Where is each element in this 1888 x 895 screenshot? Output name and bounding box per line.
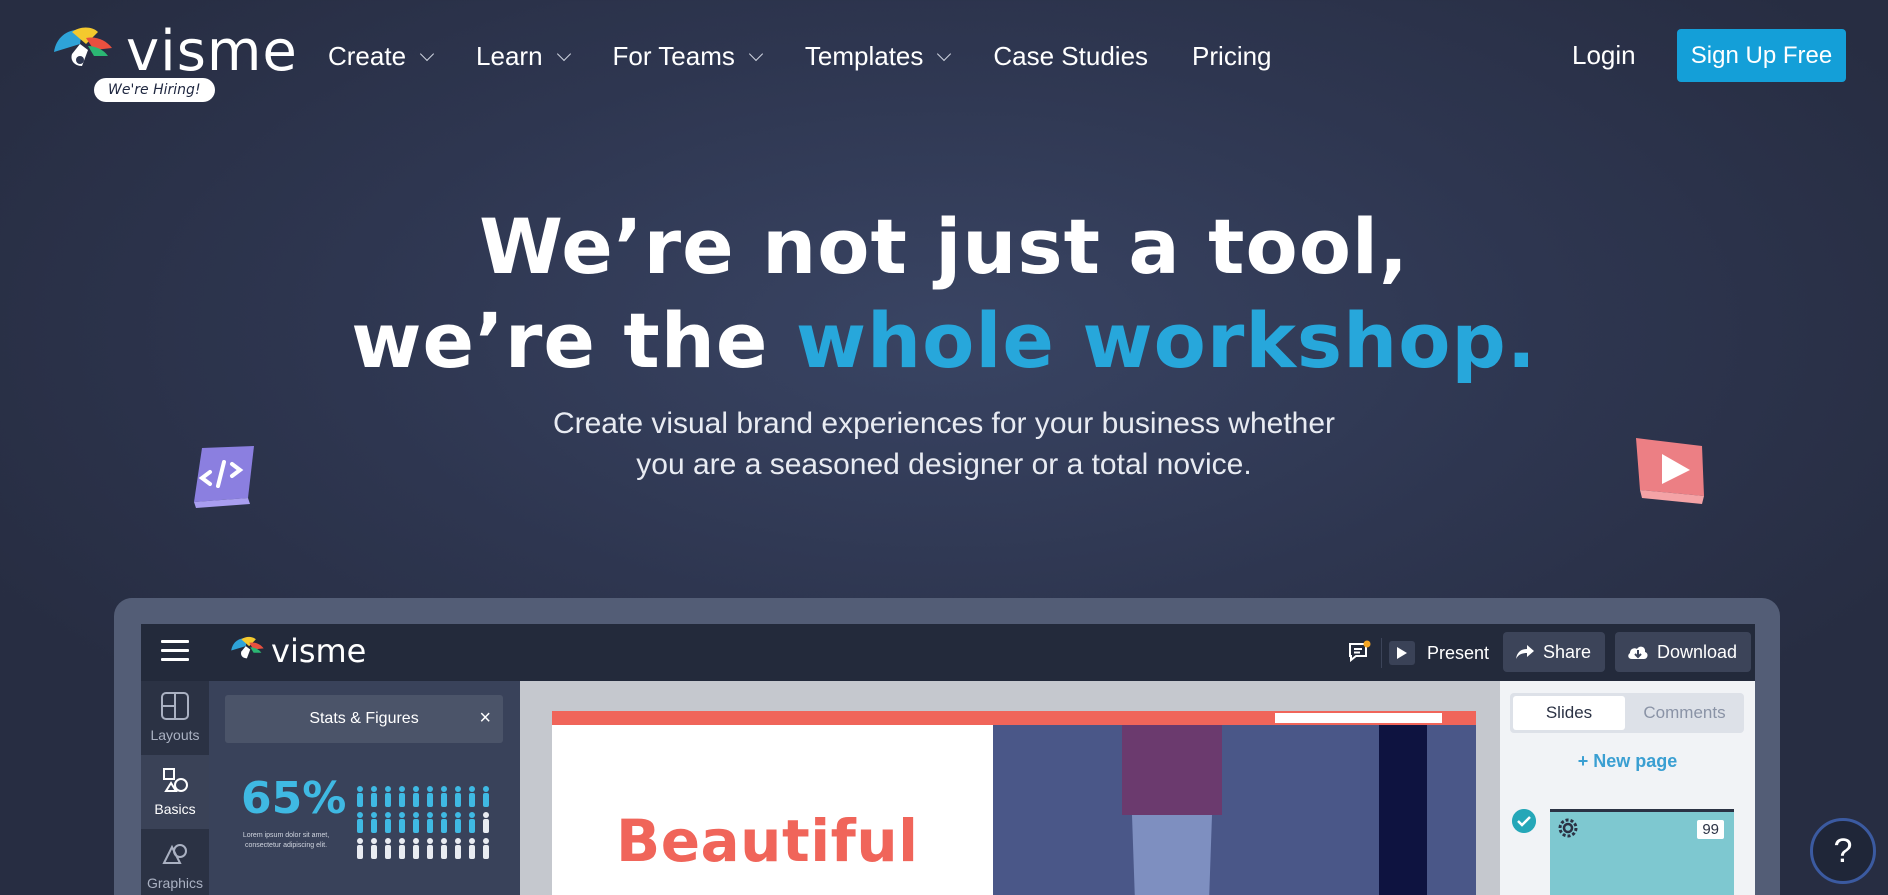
layouts-icon — [161, 692, 189, 720]
signup-button[interactable]: Sign Up Free — [1677, 29, 1846, 82]
slide-heading[interactable]: Beautiful — [616, 807, 919, 875]
visme-logo-mark-icon — [231, 636, 264, 659]
hero-title-line-1: We’re not just a tool, — [479, 202, 1409, 291]
sidebar-item-layouts[interactable]: Layouts — [141, 681, 209, 755]
code-block-icon — [194, 446, 254, 508]
editor-topbar: visme Present Share Download — [141, 624, 1755, 681]
nav-for-teams[interactable]: For Teams — [612, 40, 763, 72]
nav-case-studies-label: Case Studies — [993, 40, 1149, 71]
slides-panel-tabs: Slides Comments — [1510, 693, 1744, 733]
editor-canvas[interactable]: Beautiful — [520, 681, 1500, 895]
slide-thumbnail[interactable]: 99 — [1550, 809, 1734, 895]
share-button[interactable]: Share — [1503, 632, 1605, 672]
nav-for-teams-label: For Teams — [612, 40, 735, 71]
share-icon — [1516, 645, 1534, 659]
nav-templates-label: Templates — [804, 40, 924, 71]
editor-logo: visme — [229, 632, 369, 670]
menu-icon[interactable] — [161, 640, 189, 662]
hero-title-accent: whole workshop. — [795, 296, 1537, 385]
slide[interactable]: Beautiful — [552, 711, 1476, 895]
stats-figures-panel: Stats & Figures × 65% Lorem ipsum dolor … — [209, 681, 520, 895]
nav-templates[interactable]: Templates — [804, 40, 952, 72]
play-block-icon — [1636, 438, 1704, 504]
photo-person-image — [1122, 725, 1222, 895]
tab-comments[interactable]: Comments — [1628, 696, 1741, 730]
play-icon — [1389, 641, 1415, 665]
editor-preview: visme Present Share Download Layouts Bas… — [141, 624, 1755, 895]
sidebar-item-label: Basics — [154, 801, 196, 817]
sidebar-item-label: Layouts — [150, 727, 200, 743]
topbar-divider — [1381, 638, 1382, 668]
nav-create[interactable]: Create — [328, 40, 435, 72]
comments-icon[interactable] — [1347, 640, 1371, 664]
download-button[interactable]: Download — [1615, 632, 1751, 672]
basics-icon — [163, 768, 188, 792]
photo-dark-strip — [1379, 725, 1427, 895]
hiring-badge[interactable]: We're Hiring! — [94, 78, 215, 102]
nav-case-studies[interactable]: Case Studies — [993, 41, 1148, 72]
share-label: Share — [1543, 641, 1592, 662]
nav-pricing-label: Pricing — [1192, 40, 1272, 71]
cloud-download-icon — [1628, 646, 1648, 659]
nav-pricing[interactable]: Pricing — [1192, 41, 1271, 72]
sidebar-item-label: Graphics — [146, 875, 204, 891]
new-page-button[interactable]: + New page — [1500, 751, 1755, 772]
hero-title-prefix: we’re the — [351, 296, 796, 385]
editor-left-sidebar: Layouts Basics Graphics — [141, 681, 209, 895]
chevron-down-icon — [419, 46, 435, 62]
visme-logo-mark-icon — [54, 27, 112, 66]
nav-learn-label: Learn — [476, 40, 543, 71]
check-icon[interactable] — [1512, 809, 1536, 833]
panel-title: Stats & Figures — [309, 710, 419, 727]
hero-subtitle-line-2: you are a seasoned designer or a total n… — [636, 448, 1252, 481]
main-nav: Create Learn For Teams Templates Case St… — [328, 36, 1316, 76]
hero-title-line-2: we’re the whole workshop. — [0, 296, 1888, 386]
stat-caption: Lorem ipsum dolor sit amet, consectetur … — [242, 832, 330, 849]
close-icon[interactable]: × — [479, 707, 491, 730]
chevron-down-icon — [556, 46, 571, 62]
stat-percentage[interactable]: 65% — [241, 773, 346, 824]
chevron-down-icon — [748, 46, 763, 62]
present-label: Present — [1427, 642, 1490, 663]
download-label: Download — [1657, 641, 1738, 662]
gear-icon[interactable] — [1556, 816, 1580, 840]
hero-subtitle-line-1: Create visual brand experiences for your… — [552, 407, 1336, 440]
nav-create-label: Create — [328, 40, 407, 71]
logo-wordmark: visme — [126, 19, 298, 84]
tab-slides[interactable]: Slides — [1513, 696, 1625, 730]
sidebar-item-basics[interactable]: Basics — [141, 755, 209, 829]
present-button[interactable]: Present — [1389, 636, 1489, 670]
login-link[interactable]: Login — [1572, 40, 1636, 71]
editor-logo-wordmark: visme — [271, 632, 367, 670]
sidebar-item-graphics[interactable]: Graphics — [141, 829, 209, 895]
site-header: visme We're Hiring! Create Learn For Tea… — [0, 0, 1888, 112]
slides-panel: Slides Comments + New page 99 — [1500, 681, 1755, 895]
graphics-icon — [162, 844, 187, 864]
slide-accent-bar-gap — [1275, 713, 1442, 723]
chevron-down-icon — [937, 46, 952, 62]
nav-learn[interactable]: Learn — [476, 40, 571, 72]
people-pictogram-icon[interactable] — [353, 785, 493, 865]
slide-number-badge: 99 — [1697, 820, 1724, 839]
panel-header: Stats & Figures × — [225, 695, 503, 743]
visme-logo[interactable]: visme We're Hiring! — [50, 22, 297, 108]
help-button[interactable]: ? — [1810, 818, 1876, 884]
